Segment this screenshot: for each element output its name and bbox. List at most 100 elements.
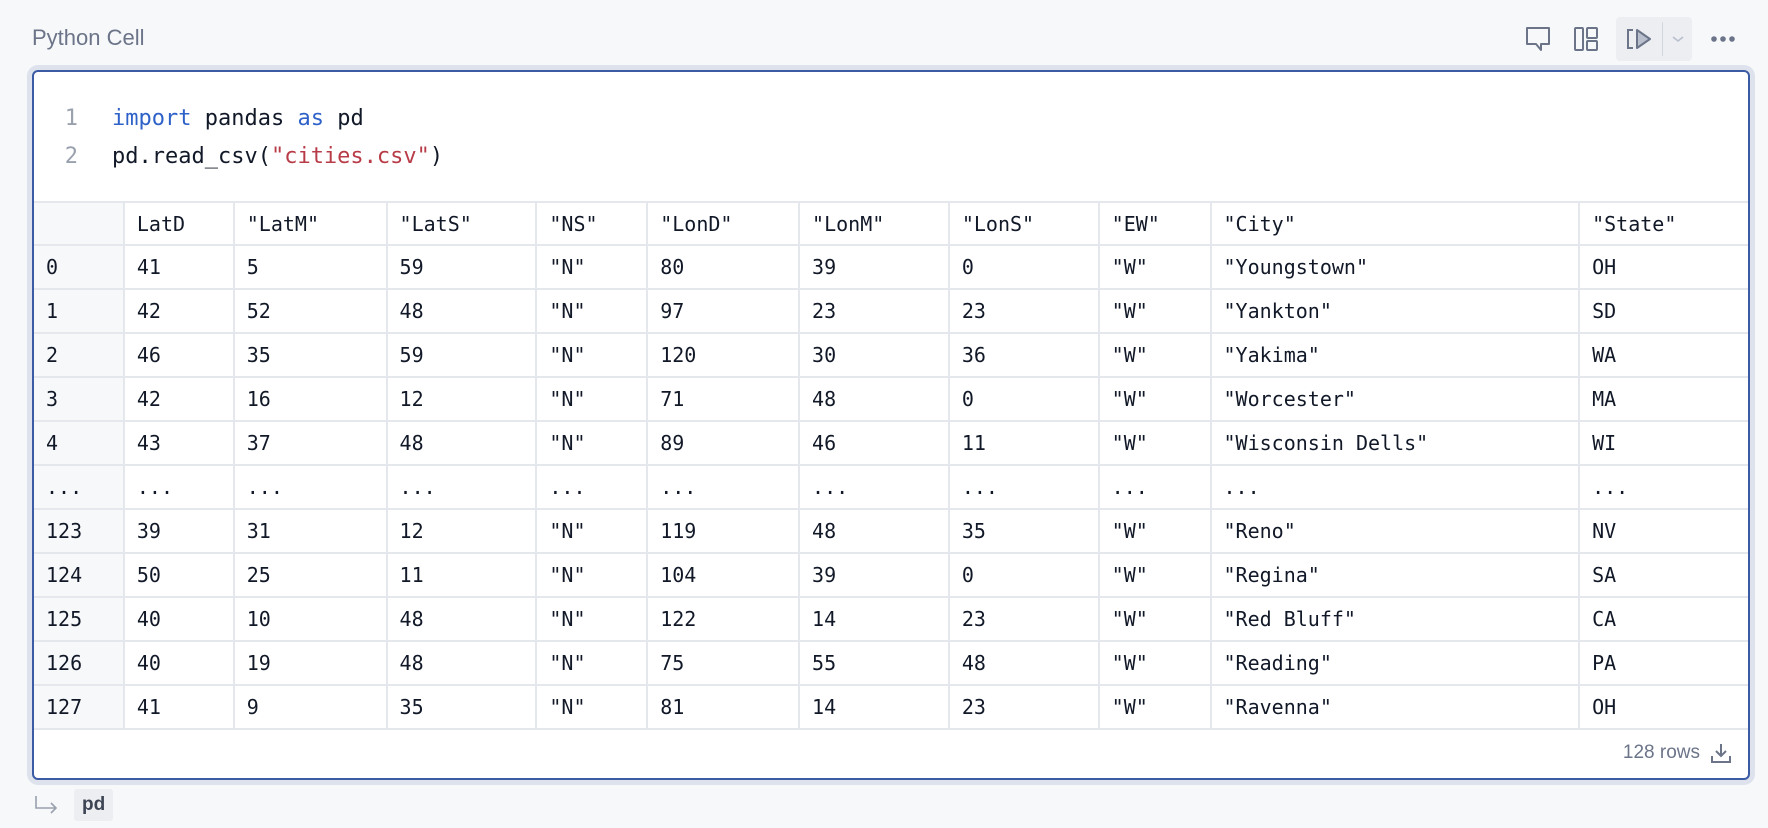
table-cell: "Youngstown" [1209,244,1581,290]
table-row: 126 40 19 48 "N" 75 55 48 "W" "Reading" PA [34,640,1748,686]
table-cell: CA [1578,596,1748,642]
code-editor[interactable]: 1 import pandas as pd 2 pd.read_csv("cities… [34,100,443,176]
table-cell: 50 [122,552,235,598]
table-cell: "N" [535,332,649,378]
row-index: 123 [34,508,125,554]
table-cell: 55 [798,640,950,686]
run-all-button[interactable] [1616,17,1662,61]
table-cell: 23 [798,288,950,334]
table-row: 123 39 31 12 "N" 119 48 35 "W" "Reno" NV [34,508,1748,554]
table-cell: 23 [947,288,1100,334]
column-header[interactable]: "LonM" [798,201,950,246]
code-token: ) [429,144,444,169]
column-header[interactable] [34,201,125,246]
table-row: 3 42 16 12 "N" 71 48 0 "W" "Worcester" MA [34,376,1748,422]
table-cell: 48 [798,376,950,422]
table-cell: ... [798,464,950,510]
table-cell: "N" [535,640,649,686]
table-cell: 80 [646,244,801,290]
table-cell: 30 [798,332,950,378]
dataframe-table: LatD "LatM" "LatS" "NS" "LonD" "LonM" "LonS" "E… [34,201,1748,730]
table-cell: 10 [232,596,388,642]
table-row: 124 50 25 11 "N" 104 39 0 "W" "Regina" SA [34,552,1748,598]
download-icon[interactable] [1710,742,1732,764]
table-cell: 46 [798,420,950,466]
row-index: 0 [34,244,125,290]
run-options-dropdown[interactable] [1663,17,1692,61]
table-cell: 31 [232,508,388,554]
table-cell: "Yakima" [1209,332,1581,378]
table-cell: 41 [122,244,235,290]
table-cell: 11 [385,552,538,598]
table-cell: 35 [947,508,1100,554]
table-cell: "Wisconsin Dells" [1209,420,1581,466]
table-cell: 23 [947,596,1100,642]
table-cell: ... [232,464,388,510]
table-cell: 25 [232,552,388,598]
table-cell: OH [1578,684,1748,730]
comment-button[interactable] [1522,17,1554,61]
code-token: pd.read_csv( [112,144,271,169]
column-header[interactable]: "City" [1209,201,1581,246]
table-row: 0 41 5 59 "N" 80 39 0 "W" "Youngstown" OH [34,244,1748,290]
table-cell: 35 [232,332,388,378]
table-cell: 48 [385,288,538,334]
table-cell: 81 [646,684,801,730]
table-cell: "N" [535,420,649,466]
column-header[interactable]: "LonD" [646,201,801,246]
column-header[interactable]: "State" [1578,201,1748,246]
row-index: 1 [34,288,125,334]
table-cell: "W" [1097,332,1212,378]
output-variables: pd [34,789,114,821]
line-number: 1 [64,106,78,131]
table-cell: 0 [947,552,1100,598]
table-cell: 122 [646,596,801,642]
column-header[interactable]: "NS" [535,201,649,246]
code-token: "cities.csv" [270,144,430,169]
table-cell: 71 [646,376,801,422]
table-cell: ... [535,464,649,510]
table-cell: "W" [1097,596,1212,642]
table-cell: 12 [385,508,538,554]
column-header[interactable]: "EW" [1097,201,1212,246]
table-cell: 16 [232,376,388,422]
table-row: 2 46 35 59 "N" 120 30 36 "W" "Yakima" WA [34,332,1748,378]
table-cell: 48 [385,420,538,466]
code-line: 1 import pandas as pd [34,100,443,138]
column-header[interactable]: "LatM" [232,201,388,246]
column-header[interactable]: LatD [122,201,235,246]
table-cell: "Reno" [1209,508,1581,554]
more-button[interactable] [1706,17,1740,61]
row-index: 127 [34,684,125,730]
column-header[interactable]: "LonS" [947,201,1100,246]
row-index: 124 [34,552,125,598]
table-cell: MA [1578,376,1748,422]
output-variable-badge[interactable]: pd [74,789,114,821]
code-cell: 1 import pandas as pd 2 pd.read_csv("cities… [32,70,1750,780]
table-cell: 40 [122,596,235,642]
table-cell: "W" [1097,684,1212,730]
table-cell: PA [1578,640,1748,686]
code-line: 2 pd.read_csv("cities.csv") [34,138,443,176]
table-cell: "N" [535,684,649,730]
table-cell: "W" [1097,244,1212,290]
table-cell: "N" [535,552,649,598]
table-cell: "W" [1097,640,1212,686]
table-cell: 120 [646,332,801,378]
layout-button[interactable] [1570,17,1602,61]
table-cell: 11 [947,420,1100,466]
row-index: 3 [34,376,125,422]
table-footer: 128 rows [1623,742,1732,764]
table-cell: "Ravenna" [1209,684,1581,730]
table-row: 1 42 52 48 "N" 97 23 23 "W" "Yankton" SD [34,288,1748,334]
table-cell: 9 [232,684,388,730]
table-cell: 5 [232,244,388,290]
table-header-row: LatD "LatM" "LatS" "NS" "LonD" "LonM" "LonS" "E… [34,201,1748,246]
table-cell: 23 [947,684,1100,730]
table-row: 4 43 37 48 "N" 89 46 11 "W" "Wisconsin Dells" WI [34,420,1748,466]
comment-icon [1526,27,1550,51]
table-cell: "N" [535,244,649,290]
column-header[interactable]: "LatS" [385,201,538,246]
table-cell: ... [122,464,235,510]
table-cell: "N" [535,508,649,554]
